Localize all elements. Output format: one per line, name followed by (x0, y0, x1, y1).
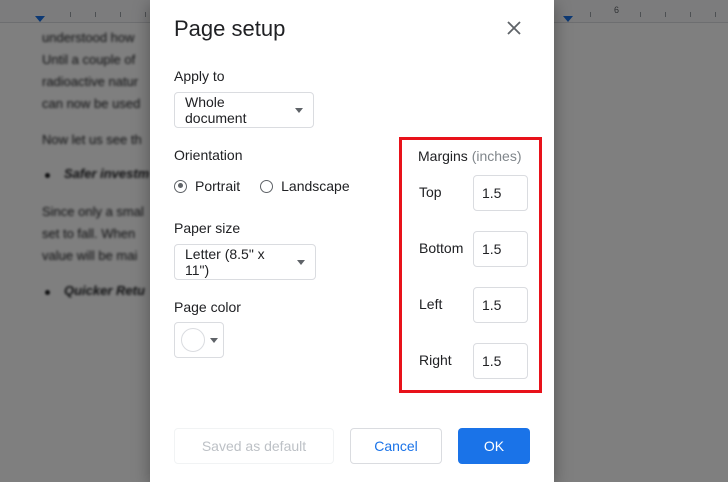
orientation-radio-group: Portrait Landscape (174, 178, 370, 194)
margin-bottom-label: Bottom (419, 240, 464, 256)
orientation-landscape-radio[interactable]: Landscape (260, 178, 350, 194)
margin-right-label: Right (419, 352, 452, 368)
margins-unit: (inches) (471, 148, 522, 164)
radio-checked-icon (174, 179, 187, 193)
apply-to-label: Apply to (174, 68, 225, 84)
margins-label: Margins (418, 148, 468, 164)
paper-size-value: Letter (8.5" x 11") (185, 246, 265, 278)
margins-title: Margins (inches) (418, 148, 521, 164)
ok-button[interactable]: OK (458, 428, 530, 464)
chevron-down-icon (295, 107, 303, 113)
set-as-default-button[interactable]: Saved as default (174, 428, 334, 464)
margin-right-input[interactable] (473, 343, 528, 379)
margin-top-label: Top (419, 184, 442, 200)
cancel-button[interactable]: Cancel (350, 428, 442, 464)
margin-bottom-input[interactable] (473, 231, 528, 267)
margin-left-label: Left (419, 296, 443, 312)
page-setup-dialog: Page setup Apply to Whole document Orien… (150, 0, 554, 482)
orientation-label: Orientation (174, 147, 243, 163)
page-color-label: Page color (174, 299, 241, 315)
dialog-title: Page setup (174, 16, 286, 41)
orientation-landscape-label: Landscape (281, 178, 350, 194)
chevron-down-icon (210, 337, 218, 343)
apply-to-dropdown[interactable]: Whole document (174, 92, 314, 128)
chevron-down-icon (297, 259, 305, 265)
radio-unchecked-icon (260, 179, 274, 193)
margin-left-input[interactable] (473, 287, 528, 323)
close-icon (507, 21, 521, 35)
page-color-picker[interactable] (174, 322, 224, 358)
color-swatch (181, 328, 205, 352)
orientation-portrait-label: Portrait (195, 178, 241, 194)
close-button[interactable] (500, 14, 528, 42)
margin-top-input[interactable] (473, 175, 528, 211)
apply-to-value: Whole document (185, 94, 247, 126)
orientation-portrait-radio[interactable]: Portrait (174, 178, 240, 194)
paper-size-label: Paper size (174, 220, 241, 236)
paper-size-dropdown[interactable]: Letter (8.5" x 11") (174, 244, 316, 280)
